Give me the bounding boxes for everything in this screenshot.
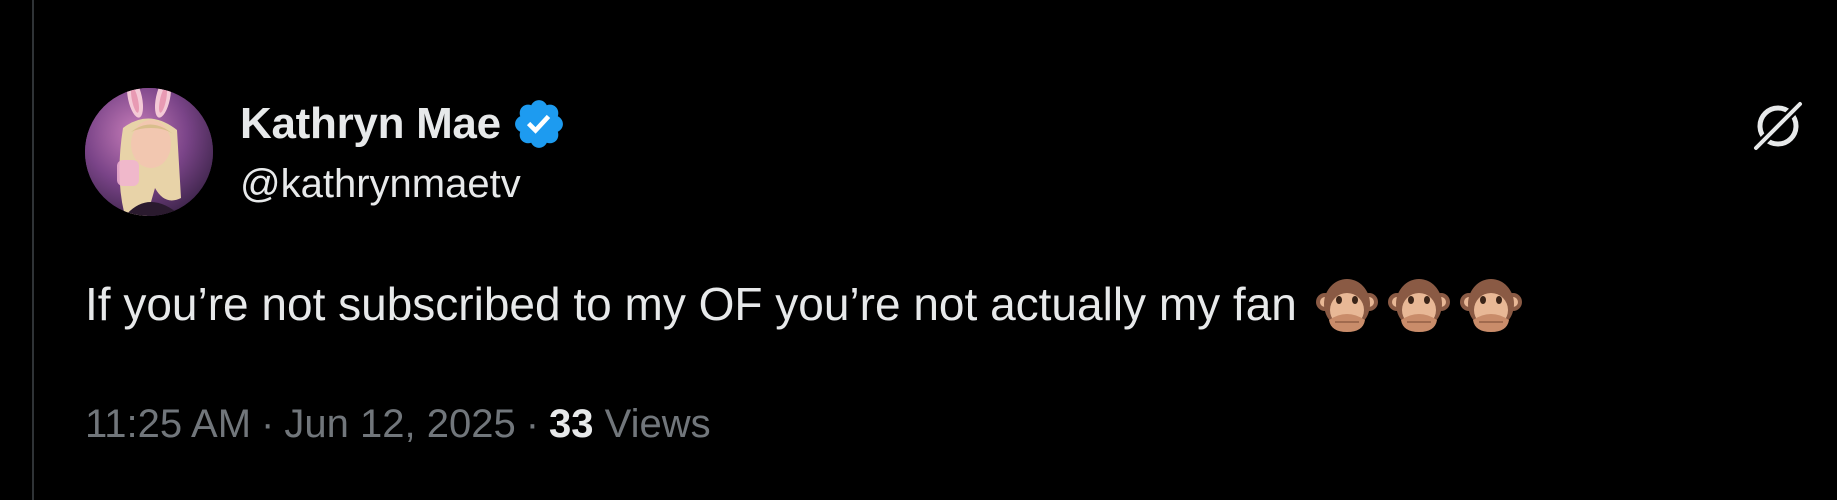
grok-icon[interactable] xyxy=(1748,96,1808,156)
tweet-date: Jun 12, 2025 xyxy=(284,402,516,446)
views-label: Views xyxy=(604,402,711,446)
thread-divider xyxy=(32,0,34,500)
speak-no-evil-monkey-icon xyxy=(1387,279,1450,332)
tweet-metadata: 11:25 AM · Jun 12, 2025 · 33 Views xyxy=(85,400,711,448)
author-handle[interactable]: @kathrynmaetv xyxy=(240,160,521,208)
tweet-time: 11:25 AM xyxy=(85,402,252,446)
emoji-group xyxy=(1315,272,1523,336)
separator: · xyxy=(525,402,540,446)
author-display-name[interactable]: Kathryn Mae xyxy=(240,100,501,148)
speak-no-evil-monkey-icon xyxy=(1459,279,1522,332)
tweet-text-row: If you’re not subscribed to my OF you’re… xyxy=(85,272,1523,336)
tweet-text: If you’re not subscribed to my OF you’re… xyxy=(85,278,1297,330)
grok-icon-graphic xyxy=(1749,97,1807,155)
avatar[interactable] xyxy=(85,88,213,216)
separator: · xyxy=(261,402,275,446)
tweet-timestamp[interactable]: 11:25 AM · Jun 12, 2025 xyxy=(85,402,516,446)
speak-no-evil-monkey-icon xyxy=(1315,279,1378,332)
author-name-row: Kathryn Mae xyxy=(240,96,567,152)
avatar-image xyxy=(85,88,213,216)
verified-badge-icon[interactable] xyxy=(511,96,567,152)
views-count: 33 xyxy=(549,402,594,446)
